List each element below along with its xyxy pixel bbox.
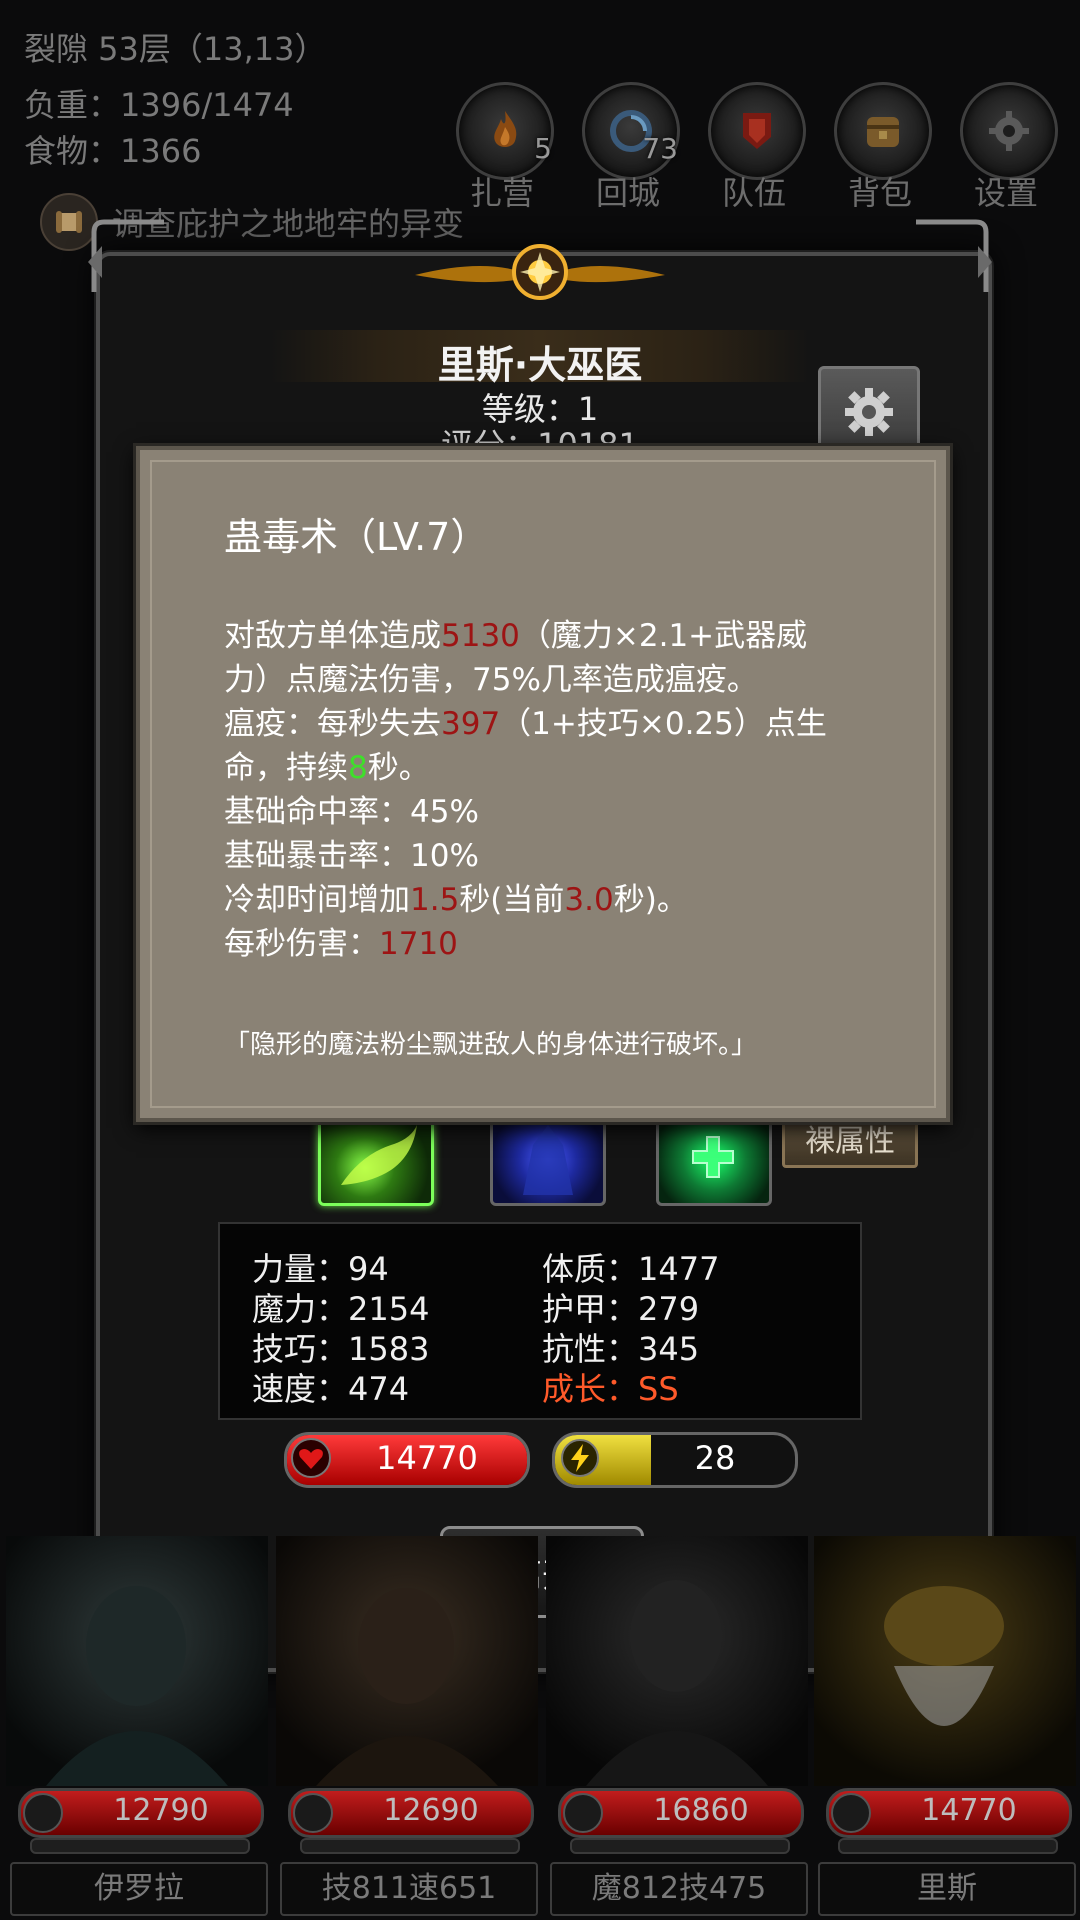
hero-settings-button[interactable] [818, 366, 920, 458]
party-energy-bar [570, 1838, 790, 1854]
heart-icon [291, 1438, 331, 1478]
food-label: 食物：1366 [24, 132, 202, 170]
return-town-button[interactable]: 73 回城 [578, 82, 680, 212]
party-member-name: 魔812技475 [550, 1862, 808, 1916]
party-hp-bar: 12790 [18, 1788, 264, 1838]
location-label: 裂隙 53层（13,13） [24, 30, 327, 68]
party-member-card[interactable]: 12690 技811速651 [276, 1536, 538, 1920]
hp-orb-icon [293, 1793, 333, 1833]
hp-value: 14770 [376, 1439, 478, 1477]
skill-flavor-text: 「隐形的魔法粉尘飘进敌人的身体进行破坏。」 [224, 1030, 758, 1060]
shadow-icon [523, 1125, 573, 1195]
party-member-card[interactable]: 12790 伊罗拉 [6, 1536, 268, 1920]
gear-icon [845, 388, 893, 436]
energy-bar: 28 [552, 1432, 798, 1488]
portrait-icon [546, 1536, 808, 1786]
energy-value: 28 [694, 1439, 736, 1477]
skill-slot-shadow[interactable] [490, 1112, 606, 1206]
crest-emblem-icon [415, 244, 665, 300]
poison-cloud-icon [341, 1125, 417, 1185]
skill-title: 蛊毒术（LV.7） [224, 515, 489, 559]
corner-ornament-icon [88, 219, 164, 292]
portal-icon [582, 82, 680, 180]
camp-label: 扎营 [469, 174, 534, 212]
return-town-label: 回城 [595, 174, 660, 212]
skill-dps: 每秒伤害：1710 [224, 926, 458, 962]
party-button[interactable]: 队伍 [704, 82, 806, 212]
portrait-icon [6, 1536, 268, 1786]
party-energy-bar [300, 1838, 520, 1854]
skill-tooltip: 蛊毒术（LV.7） 对敌方单体造成5130（魔力×2.1+武器威 力）点魔法伤害… [136, 446, 950, 1122]
party-hp-bar: 16860 [558, 1788, 804, 1838]
skill-slot-poison[interactable] [318, 1112, 434, 1206]
skill-desc-line: 力）点魔法伤害，75%几率造成瘟疫。 [224, 662, 758, 698]
camp-button[interactable]: 5 扎营 [452, 82, 554, 212]
stats-panel: 力量：94 魔力：2154 技巧：1583 速度：474 体质：1477 护甲：… [218, 1222, 862, 1420]
party-member-name: 里斯 [818, 1862, 1076, 1916]
skill-desc-line: 对敌方单体造成5130（魔力×2.1+武器威 [224, 618, 808, 654]
camp-count-badge: 5 [534, 132, 552, 165]
settings-label: 设置 [973, 174, 1038, 212]
stat-speed: 速度：474 [252, 1370, 410, 1408]
party-hp-bar: 12690 [288, 1788, 534, 1838]
backpack-icon [834, 82, 932, 180]
skill-slot-heal[interactable] [656, 1112, 772, 1206]
party-member-card[interactable]: 14770 里斯 [814, 1536, 1076, 1920]
hp-bar: 14770 [284, 1432, 530, 1488]
party-icon [708, 82, 806, 180]
hp-orb-icon [563, 1793, 603, 1833]
party-member-name: 技811速651 [280, 1862, 538, 1916]
party-energy-bar [30, 1838, 250, 1854]
stat-growth: 成长：SS [542, 1370, 679, 1408]
corner-ornament-icon [916, 219, 992, 292]
party-member-name: 伊罗拉 [10, 1862, 268, 1916]
backpack-label: 背包 [847, 174, 912, 212]
duration-value: 8 [348, 750, 368, 786]
campfire-icon [456, 82, 554, 180]
party-hp-bar: 14770 [826, 1788, 1072, 1838]
lightning-icon [561, 1439, 599, 1477]
hp-orb-icon [831, 1793, 871, 1833]
portrait-icon [276, 1536, 538, 1786]
party-member-card[interactable]: 16860 魔812技475 [546, 1536, 808, 1920]
hero-name: 里斯·大巫医 [437, 343, 643, 387]
load-weight-label: 负重：1396/1474 [24, 86, 294, 124]
skill-desc-line: 命，持续8秒。 [224, 750, 430, 786]
damage-value: 5130 [441, 618, 520, 654]
return-town-count-badge: 73 [642, 132, 678, 165]
heal-cross-icon [692, 1136, 734, 1178]
portrait-icon [814, 1536, 1076, 1786]
skill-cooldown: 冷却时间增加1.5秒(当前3.0秒)。 [224, 882, 688, 918]
skill-hit-rate: 基础命中率：45% [224, 794, 479, 830]
settings-button[interactable]: 设置 [956, 82, 1058, 212]
gear-icon [960, 82, 1058, 180]
party-energy-bar [838, 1838, 1058, 1854]
party-label: 队伍 [721, 174, 786, 212]
skill-desc-line: 瘟疫：每秒失去397（1+技巧×0.25）点生 [224, 706, 827, 742]
backpack-button[interactable]: 背包 [830, 82, 932, 212]
plague-damage-value: 397 [441, 706, 501, 742]
skill-crit-rate: 基础暴击率：10% [224, 838, 479, 874]
hp-orb-icon [23, 1793, 63, 1833]
